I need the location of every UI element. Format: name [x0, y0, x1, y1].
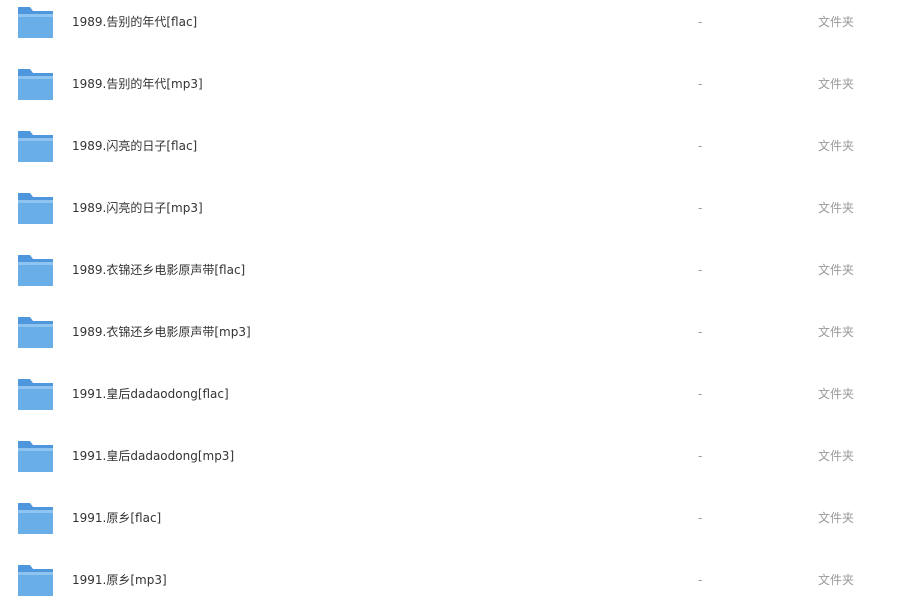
file-size: - [698, 449, 703, 463]
file-size: - [698, 511, 703, 525]
file-row[interactable]: 1991.原乡[mp3] - 文件夹 [0, 558, 907, 608]
file-name[interactable]: 1989.闪亮的日子[flac] [72, 138, 197, 154]
file-size: - [698, 325, 703, 339]
file-row[interactable]: 1991.原乡[flac] - 文件夹 [0, 496, 907, 558]
file-type: 文件夹 [818, 573, 855, 587]
file-type: 文件夹 [818, 325, 855, 339]
folder-icon [18, 255, 53, 286]
file-row[interactable]: 1989.闪亮的日子[flac] - 文件夹 [0, 124, 907, 186]
file-type: 文件夹 [818, 511, 855, 525]
file-row[interactable]: 1991.皇后dadaodong[mp3] - 文件夹 [0, 434, 907, 496]
file-name[interactable]: 1989.衣锦还乡电影原声带[mp3] [72, 324, 251, 340]
file-row[interactable]: 1989.告别的年代[mp3] - 文件夹 [0, 62, 907, 124]
file-size: - [698, 387, 703, 401]
file-name[interactable]: 1991.皇后dadaodong[flac] [72, 386, 229, 402]
file-name[interactable]: 1989.告别的年代[flac] [72, 14, 197, 30]
file-size: - [698, 139, 703, 153]
folder-icon [18, 503, 53, 534]
folder-icon [18, 379, 53, 410]
file-row[interactable]: 1989.闪亮的日子[mp3] - 文件夹 [0, 186, 907, 248]
file-row[interactable]: 1989.衣锦还乡电影原声带[mp3] - 文件夹 [0, 310, 907, 372]
file-list: 1989.告别的年代[flac] - 文件夹 1989.告别的年代[mp3] -… [0, 0, 907, 608]
file-name[interactable]: 1989.告别的年代[mp3] [72, 76, 203, 92]
file-size: - [698, 573, 703, 587]
folder-icon [18, 193, 53, 224]
file-size: - [698, 201, 703, 215]
file-row[interactable]: 1989.衣锦还乡电影原声带[flac] - 文件夹 [0, 248, 907, 310]
file-type: 文件夹 [818, 15, 855, 29]
file-name[interactable]: 1989.衣锦还乡电影原声带[flac] [72, 262, 245, 278]
file-size: - [698, 77, 703, 91]
file-name[interactable]: 1991.原乡[mp3] [72, 572, 167, 588]
file-name[interactable]: 1989.闪亮的日子[mp3] [72, 200, 203, 216]
file-row[interactable]: 1989.告别的年代[flac] - 文件夹 [0, 0, 907, 62]
file-name[interactable]: 1991.原乡[flac] [72, 510, 161, 526]
file-row[interactable]: 1991.皇后dadaodong[flac] - 文件夹 [0, 372, 907, 434]
folder-icon [18, 69, 53, 100]
folder-icon [18, 565, 53, 596]
file-type: 文件夹 [818, 139, 855, 153]
file-type: 文件夹 [818, 387, 855, 401]
folder-icon [18, 7, 53, 38]
file-type: 文件夹 [818, 201, 855, 215]
file-type: 文件夹 [818, 77, 855, 91]
file-type: 文件夹 [818, 449, 855, 463]
folder-icon [18, 441, 53, 472]
file-name[interactable]: 1991.皇后dadaodong[mp3] [72, 448, 234, 464]
file-size: - [698, 15, 703, 29]
file-type: 文件夹 [818, 263, 855, 277]
folder-icon [18, 317, 53, 348]
folder-icon [18, 131, 53, 162]
file-size: - [698, 263, 703, 277]
